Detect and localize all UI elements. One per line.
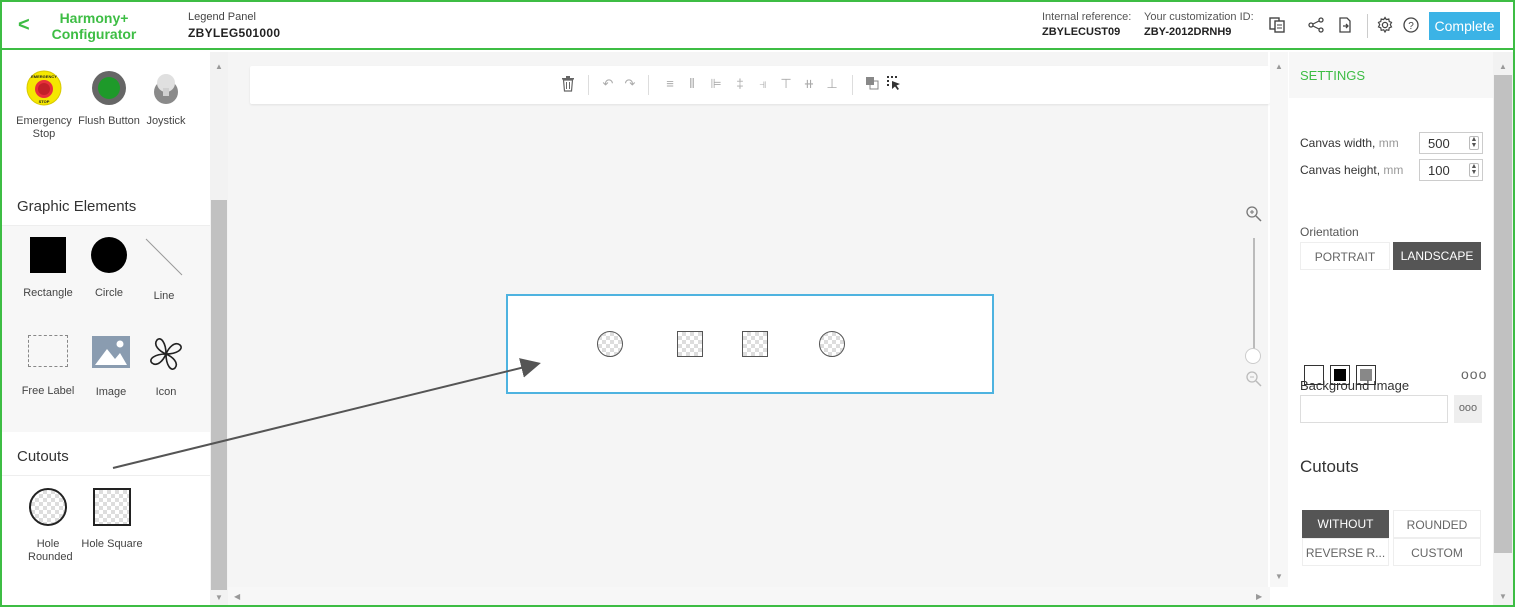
canvas-width-value: 500 bbox=[1428, 136, 1450, 151]
background-image-browse-button[interactable]: ooo bbox=[1454, 395, 1482, 423]
unit-label: mm bbox=[1383, 163, 1404, 177]
settings-panel: SETTINGS Canvas width, mm 500 ▲ ▼ Canvas h… bbox=[1289, 52, 1493, 605]
workspace-scroll-right-icon[interactable]: ▶ bbox=[1256, 592, 1262, 601]
canvas-height-label: Canvas height, mm bbox=[1300, 163, 1403, 177]
more-colors-button[interactable]: ooo bbox=[1461, 366, 1487, 382]
unit-label: mm bbox=[1378, 136, 1399, 150]
zoom-slider-handle[interactable] bbox=[1245, 348, 1261, 364]
cutout-option-reverse-rounded[interactable]: REVERSE R... bbox=[1302, 538, 1389, 566]
width-spinner-icon[interactable]: ▲ ▼ bbox=[1469, 136, 1479, 150]
zoom-in-icon[interactable] bbox=[1245, 205, 1263, 228]
settings-scroll-down-icon[interactable]: ▼ bbox=[1499, 592, 1507, 601]
canvas-height-input[interactable]: 100 ▲ ▼ bbox=[1419, 159, 1483, 181]
background-image-label: Background Image bbox=[1300, 378, 1410, 393]
settings-scroll-thumb[interactable] bbox=[1494, 75, 1512, 553]
workspace-scroll-down-icon[interactable]: ▼ bbox=[1275, 572, 1283, 581]
zoom-out-icon[interactable] bbox=[1245, 370, 1263, 393]
orientation-label: Orientation bbox=[1300, 225, 1359, 239]
cutout-option-custom[interactable]: CUSTOM bbox=[1393, 538, 1481, 566]
cutout-option-without[interactable]: WITHOUT bbox=[1302, 510, 1389, 538]
height-spinner-icon[interactable]: ▲ ▼ bbox=[1469, 163, 1479, 177]
canvas-width-label: Canvas width, mm bbox=[1300, 136, 1399, 150]
orientation-landscape-button[interactable]: LANDSCAPE bbox=[1393, 242, 1481, 270]
workspace-scroll-up-icon[interactable]: ▲ bbox=[1275, 62, 1283, 71]
workspace-scroll-left-icon[interactable]: ◀ bbox=[234, 592, 240, 601]
canvas-width-label-text: Canvas width, bbox=[1300, 136, 1376, 150]
workspace-vertical-scrollbar[interactable] bbox=[1270, 52, 1288, 587]
zoom-slider-track[interactable] bbox=[1253, 238, 1255, 356]
orientation-portrait-button[interactable]: PORTRAIT bbox=[1300, 242, 1390, 270]
cutouts-settings-heading: Cutouts bbox=[1300, 457, 1359, 476]
background-image-input[interactable] bbox=[1300, 395, 1448, 423]
workspace-horizontal-scrollbar[interactable] bbox=[228, 587, 1270, 605]
cutout-option-rounded[interactable]: ROUNDED bbox=[1393, 510, 1481, 538]
settings-scroll-up-icon[interactable]: ▲ bbox=[1499, 62, 1507, 71]
canvas-width-input[interactable]: 500 ▲ ▼ bbox=[1419, 132, 1483, 154]
settings-title: SETTINGS bbox=[1289, 52, 1493, 98]
canvas-height-value: 100 bbox=[1428, 163, 1450, 178]
canvas-height-label-text: Canvas height, bbox=[1300, 163, 1381, 177]
